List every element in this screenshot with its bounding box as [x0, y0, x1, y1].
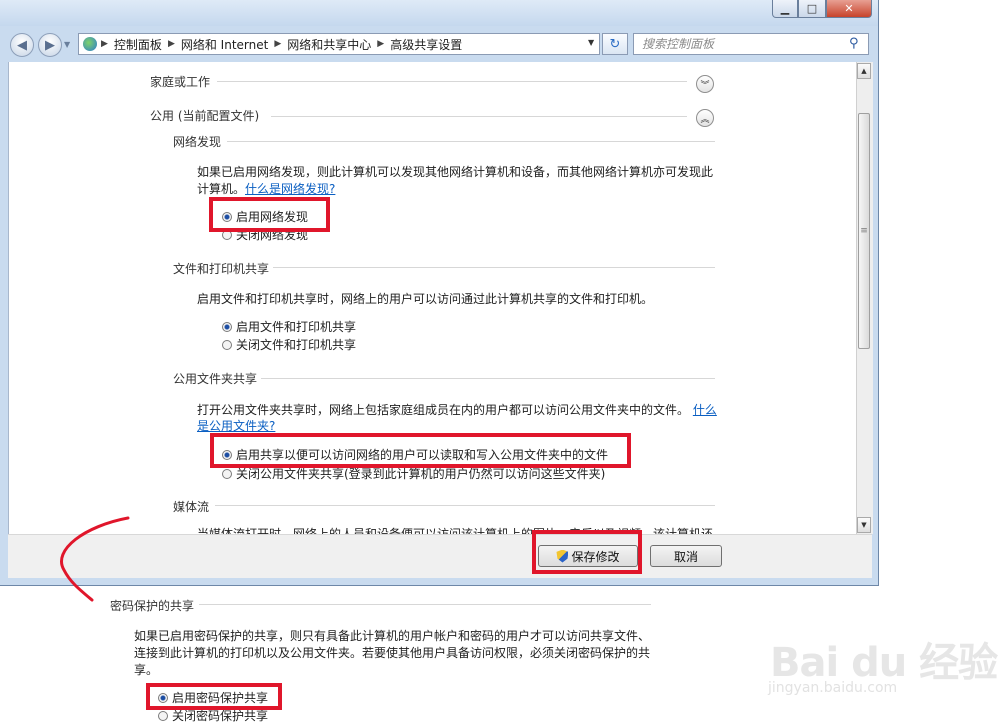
address-dropdown-icon[interactable]: ▼	[588, 38, 594, 47]
file-printer-sharing-desc: 启用文件和打印机共享时，网络上的用户可以访问通过此计算机共享的文件和打印机。	[197, 292, 654, 306]
close-button[interactable]: ✕	[826, 0, 872, 18]
divider	[215, 505, 715, 506]
breadcrumb-separator-icon[interactable]: ▶	[168, 39, 175, 49]
recent-pages-dropdown[interactable]: ▼	[64, 40, 70, 49]
radio-unselected-icon[interactable]	[158, 710, 168, 721]
forward-arrow-icon: ▶	[45, 37, 55, 53]
file-printer-sharing-title: 文件和打印机共享	[173, 262, 270, 276]
divider	[261, 378, 715, 379]
radio-file-printer-off[interactable]: 关闭文件和打印机共享	[222, 336, 356, 353]
password-sharing-desc-2: 连接到此计算机的打印机以及公用文件夹。若要使其他用户具备访问权限，必须关闭密码保…	[134, 646, 651, 660]
password-sharing-desc-1: 如果已启用密码保护的共享，则只有具备此计算机的用户帐户和密码的用户才可以访问共享…	[134, 629, 651, 643]
back-arrow-icon: ◀	[17, 37, 27, 53]
radio-file-printer-on[interactable]: 启用文件和打印机共享	[222, 318, 356, 335]
annotation-arrow	[60, 516, 130, 602]
network-discovery-desc-line2: 计算机。什么是网络发现?	[197, 180, 335, 197]
search-input[interactable]: 搜索控制面板	[633, 33, 869, 55]
divider	[199, 604, 651, 605]
radio-label: 关闭文件和打印机共享	[236, 338, 357, 352]
highlight-box	[532, 530, 642, 574]
divider	[271, 116, 687, 117]
cancel-button[interactable]: 取消	[650, 545, 722, 567]
watermark-url: jingyan.baidu.com	[768, 680, 898, 696]
refresh-button[interactable]: ↻	[602, 33, 628, 55]
breadcrumb-network-sharing-center[interactable]: 网络和共享中心	[287, 36, 371, 53]
scroll-thumb[interactable]: ≡	[858, 113, 870, 349]
radio-unselected-icon[interactable]	[222, 339, 232, 350]
forward-button[interactable]: ▶	[38, 33, 62, 57]
profile-public-label[interactable]: 公用 (当前配置文件)	[150, 107, 259, 124]
radio-selected-icon[interactable]	[222, 321, 232, 332]
divider	[273, 267, 715, 268]
breadcrumb-separator-icon[interactable]: ▶	[101, 39, 108, 49]
title-bar[interactable]	[0, 0, 878, 26]
dialog-footer	[8, 534, 872, 578]
network-globe-icon	[83, 37, 97, 51]
network-discovery-desc-text: 计算机。	[197, 182, 246, 196]
public-folder-desc-text: 打开公用文件夹共享时，网络上包括家庭组成员在内的用户都可以访问公用文件夹中的文件…	[197, 403, 690, 417]
scroll-up-button[interactable]: ▲	[857, 63, 871, 79]
password-sharing-title: 密码保护的共享	[110, 599, 195, 613]
network-discovery-title: 网络发现	[173, 135, 222, 149]
profile-home-work-label[interactable]: 家庭或工作	[150, 73, 210, 90]
expand-chevron-icon[interactable]: ︾	[696, 75, 714, 93]
collapse-chevron-icon[interactable]: ︽	[696, 109, 714, 127]
maximize-button[interactable]: □	[798, 0, 826, 18]
breadcrumb-separator-icon[interactable]: ▶	[377, 39, 384, 49]
breadcrumb-network-internet[interactable]: 网络和 Internet	[181, 36, 268, 53]
divider	[217, 81, 687, 82]
grip-icon: ≡	[860, 226, 868, 236]
what-is-network-discovery-link[interactable]: 什么是网络发现?	[245, 182, 335, 196]
password-sharing-desc-3: 享。	[134, 663, 159, 677]
highlight-box	[146, 683, 282, 710]
search-icon[interactable]: ⚲	[849, 36, 859, 51]
divider	[227, 141, 715, 142]
network-discovery-desc: 如果已启用网络发现，则此计算机可以发现其他网络计算机和设备，而其他网络计算机亦可…	[197, 165, 714, 179]
address-bar[interactable]: ▶ 控制面板 ▶ 网络和 Internet ▶ 网络和共享中心 ▶ 高级共享设置	[78, 33, 600, 55]
media-streaming-title: 媒体流	[173, 500, 210, 514]
back-button[interactable]: ◀	[10, 33, 34, 57]
scroll-down-button[interactable]: ▼	[857, 517, 871, 533]
radio-label: 启用文件和打印机共享	[236, 320, 357, 334]
highlight-box	[209, 197, 330, 232]
breadcrumb-advanced-sharing[interactable]: 高级共享设置	[390, 36, 462, 53]
highlight-box	[210, 433, 631, 468]
radio-unselected-icon[interactable]	[222, 468, 232, 479]
refresh-icon: ↻	[609, 36, 621, 52]
public-folder-desc-line2: 是公用文件夹?	[197, 417, 275, 434]
public-folder-sharing-title: 公用文件夹共享	[173, 372, 258, 386]
breadcrumb-separator-icon[interactable]: ▶	[274, 39, 281, 49]
public-folder-desc: 打开公用文件夹共享时，网络上包括家庭组成员在内的用户都可以访问公用文件夹中的文件…	[197, 401, 717, 418]
what-is-public-folder-link[interactable]: 什么	[693, 403, 717, 417]
what-is-public-folder-link-cont[interactable]: 是公用文件夹?	[197, 419, 275, 433]
minimize-button[interactable]: ▁	[772, 0, 798, 18]
breadcrumb-control-panel[interactable]: 控制面板	[114, 36, 162, 53]
